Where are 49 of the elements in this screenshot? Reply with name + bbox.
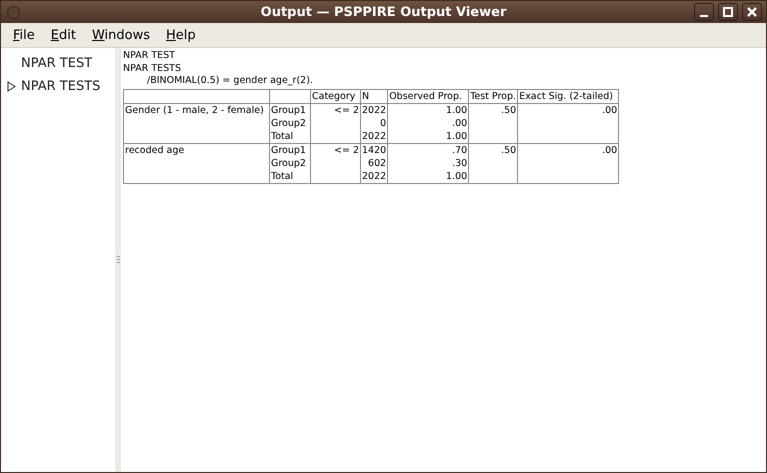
table-cell: .50 xyxy=(501,104,516,116)
table-cell: Total xyxy=(271,170,294,182)
syntax-text: NPAR TEST xyxy=(123,50,175,61)
grip-icon xyxy=(116,256,120,264)
table-cell: Gender (1 - male, 2 - female) xyxy=(125,104,264,116)
column-header: N xyxy=(362,90,370,102)
syntax-text: /BINOMIAL(0.5) = gender age_r(2). xyxy=(147,75,313,86)
column-header: Exact Sig. (2-tailed) xyxy=(519,90,613,102)
tree-item[interactable]: NPAR TESTS xyxy=(21,79,100,94)
table-cell: Total xyxy=(271,130,294,142)
table-cell: recoded age xyxy=(125,144,184,156)
table-cell: Group2 xyxy=(271,158,306,168)
table-cell: 602 xyxy=(368,158,386,168)
expander-icon[interactable] xyxy=(7,81,16,92)
menu-item[interactable]: Windows xyxy=(84,28,158,42)
table-cell: 1420 xyxy=(362,144,386,156)
minimize-icon xyxy=(700,15,708,17)
column-header: Category xyxy=(312,90,356,102)
maximize-icon xyxy=(723,7,733,17)
table-cell: 2022 xyxy=(362,104,386,116)
table-cell: Group1 xyxy=(271,104,306,116)
menu-item[interactable]: File xyxy=(5,28,43,42)
menu-item[interactable]: Edit xyxy=(42,28,84,42)
table-cell: <= 2 xyxy=(334,104,359,116)
table-cell: .00 xyxy=(602,104,618,116)
table-cell: 0 xyxy=(380,118,386,128)
close-button[interactable] xyxy=(742,3,762,21)
table-cell: 1.00 xyxy=(446,170,468,182)
table-cell: .30 xyxy=(452,158,468,168)
table-cell: 1.00 xyxy=(446,104,468,116)
table-cell: Group1 xyxy=(271,144,306,156)
menu-item[interactable]: Help xyxy=(158,28,204,42)
table-cell: 2022 xyxy=(362,130,386,142)
table-cell: .00 xyxy=(452,118,468,128)
column-header: Observed Prop. xyxy=(389,90,462,102)
table-cell: .00 xyxy=(602,144,618,156)
close-icon xyxy=(747,7,757,17)
table-cell: .70 xyxy=(452,144,468,156)
table-cell: Group2 xyxy=(271,118,306,128)
window-title: Output — PSPPIRE Output Viewer xyxy=(260,4,506,20)
table-cell: <= 2 xyxy=(334,144,359,156)
tree-item[interactable]: NPAR TEST xyxy=(21,56,92,71)
table-cell: 2022 xyxy=(362,170,386,182)
maximize-button[interactable] xyxy=(718,3,738,21)
minimize-button[interactable] xyxy=(694,3,714,21)
table-cell: 1.00 xyxy=(446,130,468,142)
column-header: Test Prop. xyxy=(470,90,516,102)
table-cell: .50 xyxy=(501,144,516,156)
syntax-text: NPAR TESTS xyxy=(123,62,182,74)
